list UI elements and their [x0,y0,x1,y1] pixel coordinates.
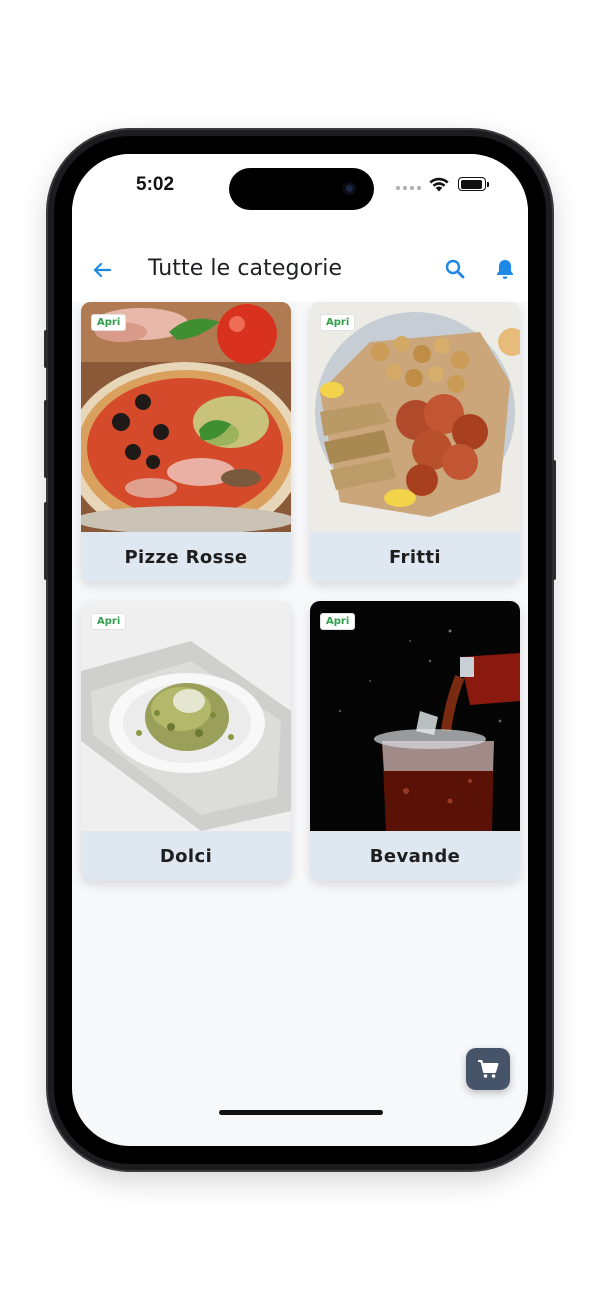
signal-icon [396,186,421,190]
notifications-button[interactable] [490,254,520,284]
arrow-left-icon [93,262,112,278]
open-badge: Apri [91,314,127,331]
fried-seafood-photo [310,302,520,532]
search-icon [445,259,465,279]
dynamic-island [229,168,374,210]
dessert-photo [81,601,291,831]
open-badge: Apri [91,613,127,630]
category-card-pizze-rosse[interactable]: Apri Pizze Rosse [81,302,291,582]
category-card-dolci[interactable]: Apri Dolci [81,601,291,881]
status-bar: 5:02 [72,154,528,240]
battery-icon [458,177,489,191]
bell-icon [497,260,513,279]
cart-button[interactable] [466,1048,510,1090]
category-label: Fritti [389,546,441,568]
cola-drink-photo [310,601,520,831]
cart-icon [478,1060,499,1078]
app-bar: Tutte le categorie [72,240,528,302]
back-button[interactable] [86,254,118,286]
open-badge: Apri [320,613,356,630]
search-button[interactable] [440,254,470,284]
wifi-icon [429,177,449,192]
home-indicator[interactable] [219,1110,383,1115]
open-badge: Apri [320,314,356,331]
status-time: 5:02 [136,174,175,195]
camera-icon [343,182,356,195]
category-label: Dolci [159,845,213,867]
category-label: Bevande [369,845,461,867]
category-label: Pizze Rosse [124,546,248,568]
phone-frame: 5:02 Tutte le categorie Apri Pizze Rosse… [44,130,556,1170]
app-screen: 5:02 Tutte le categorie Apri Pizze Rosse… [72,154,528,1146]
page-title: Tutte le categorie [148,256,343,281]
category-card-fritti[interactable]: Apri Fritti [310,302,520,582]
mute-switch [44,330,48,368]
category-card-bevande[interactable]: Apri Bevande [310,601,520,881]
volume-up-button [44,400,48,478]
pizza-photo [81,302,291,532]
power-button [552,460,556,580]
volume-down-button [44,502,48,580]
